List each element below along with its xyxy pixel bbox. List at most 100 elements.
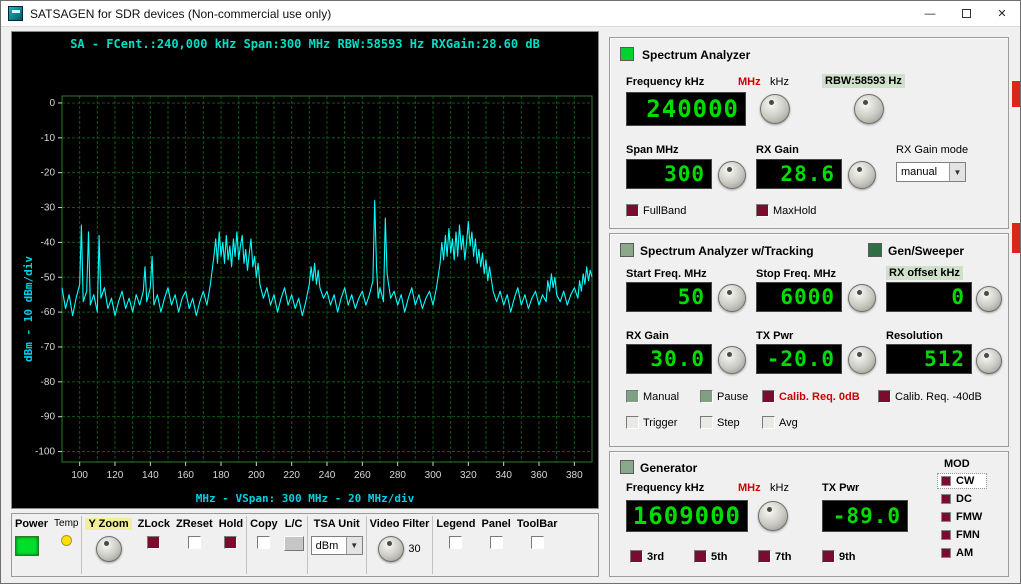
rbw-knob[interactable] xyxy=(854,94,884,124)
mod-option-dc[interactable]: DC xyxy=(938,492,986,506)
harmonic-9th-checkbox[interactable] xyxy=(822,550,835,563)
rx-gain-label: RX Gain xyxy=(756,144,799,156)
pause-checkbox-row[interactable]: Pause xyxy=(700,390,748,403)
harmonic-3rd-row[interactable]: 3rd xyxy=(630,550,664,563)
zlock-checkbox[interactable] xyxy=(147,536,160,549)
svg-text:260: 260 xyxy=(354,470,371,481)
mod-radio-fmn[interactable] xyxy=(941,530,951,540)
svg-text:-60: -60 xyxy=(41,307,56,318)
harmonic-9th-row[interactable]: 9th xyxy=(822,550,856,563)
maxhold-checkbox-row[interactable]: MaxHold xyxy=(756,204,816,217)
gen-unit-mhz-toggle[interactable]: MHz xyxy=(738,482,761,494)
rx-gain-display[interactable]: 28.6 xyxy=(756,159,842,189)
spectrum-plot[interactable]: 1001201401601802002202402602803003203403… xyxy=(12,32,600,510)
harmonic-5th-checkbox[interactable] xyxy=(694,550,707,563)
resolution-knob[interactable] xyxy=(976,348,1002,374)
step-checkbox[interactable] xyxy=(700,416,713,429)
rx-offset-knob[interactable] xyxy=(976,286,1002,312)
power-button[interactable] xyxy=(15,536,39,556)
zreset-checkbox[interactable] xyxy=(188,536,201,549)
start-freq-display[interactable]: 50 xyxy=(626,282,712,312)
unit-mhz-toggle[interactable]: MHz xyxy=(738,76,761,88)
mod-option-cw[interactable]: CW xyxy=(938,474,986,488)
svg-text:280: 280 xyxy=(389,470,406,481)
avg-checkbox[interactable] xyxy=(762,416,775,429)
frequency-display[interactable]: 240000 xyxy=(626,92,746,126)
manual-checkbox-row[interactable]: Manual xyxy=(626,390,679,403)
calib-40db-checkbox-row[interactable]: Calib. Req. -40dB xyxy=(878,390,982,403)
mod-option-am[interactable]: AM xyxy=(938,546,986,560)
harmonic-5th-row[interactable]: 5th xyxy=(694,550,728,563)
panel-checkbox[interactable] xyxy=(490,536,503,549)
resolution-display[interactable]: 512 xyxy=(886,344,972,374)
unit-khz-toggle[interactable]: kHz xyxy=(770,76,789,88)
mod-option-fmn[interactable]: FMN xyxy=(938,528,986,542)
tracking-tx-pwr-display[interactable]: -20.0 xyxy=(756,344,842,374)
pause-checkbox[interactable] xyxy=(700,390,713,403)
rx-gain-knob[interactable] xyxy=(848,161,876,189)
mod-radio-fmw[interactable] xyxy=(941,512,951,522)
app-window: { "window": { "title": "SATSAGEN for SDR… xyxy=(0,0,1021,584)
lc-button[interactable] xyxy=(284,536,304,551)
stop-freq-knob[interactable] xyxy=(848,284,876,312)
span-knob[interactable] xyxy=(718,161,746,189)
avg-checkbox-row[interactable]: Avg xyxy=(762,416,798,429)
trigger-checkbox-row[interactable]: Trigger xyxy=(626,416,677,429)
hold-checkbox[interactable] xyxy=(224,536,237,549)
calib-40db-checkbox[interactable] xyxy=(878,390,891,403)
manual-checkbox[interactable] xyxy=(626,390,639,403)
tsa-unit-section: TSA Unit dBm ▼ xyxy=(308,514,366,576)
rbw-readout: RBW:58593 Hz xyxy=(822,74,905,88)
tsa-unit-select[interactable]: dBm ▼ xyxy=(311,536,363,555)
temp-section: Temp xyxy=(51,514,81,576)
mod-radio-am[interactable] xyxy=(941,548,951,558)
trigger-label: Trigger xyxy=(643,417,677,429)
gen-sweeper-led[interactable] xyxy=(868,243,882,257)
calib-0db-label: Calib. Req. 0dB xyxy=(779,391,860,403)
spectrum-analyzer-led[interactable] xyxy=(620,47,634,61)
step-checkbox-row[interactable]: Step xyxy=(700,416,740,429)
generator-led[interactable] xyxy=(620,460,634,474)
maxhold-checkbox[interactable] xyxy=(756,204,769,217)
gen-frequency-knob[interactable] xyxy=(758,501,788,531)
tracking-rx-gain-display[interactable]: 30.0 xyxy=(626,344,712,374)
tracking-panel: Spectrum Analyzer w/Tracking Gen/Sweeper… xyxy=(609,233,1009,447)
mod-radio-dc[interactable] xyxy=(941,494,951,504)
rx-offset-display[interactable]: 0 xyxy=(886,282,972,312)
mod-radio-cw[interactable] xyxy=(941,476,951,486)
harmonic-3rd-checkbox[interactable] xyxy=(630,550,643,563)
gen-frequency-display[interactable]: 1609000 xyxy=(626,500,748,532)
gen-tx-pwr-display[interactable]: -89.0 xyxy=(822,500,908,532)
rx-gain-mode-select[interactable]: manual ▼ xyxy=(896,162,966,182)
copy-checkbox[interactable] xyxy=(257,536,270,549)
tracking-led[interactable] xyxy=(620,243,634,257)
start-freq-knob[interactable] xyxy=(718,284,746,312)
close-button[interactable]: ✕ xyxy=(984,1,1020,27)
stop-freq-display[interactable]: 6000 xyxy=(756,282,842,312)
chevron-down-icon[interactable]: ▼ xyxy=(346,537,362,554)
video-filter-knob[interactable] xyxy=(378,536,404,562)
mod-option-fmw[interactable]: FMW xyxy=(938,510,986,524)
minimize-button[interactable]: — xyxy=(912,1,948,27)
span-display[interactable]: 300 xyxy=(626,159,712,189)
harmonic-7th-checkbox[interactable] xyxy=(758,550,771,563)
svg-text:380: 380 xyxy=(566,470,583,481)
tracking-rx-gain-knob[interactable] xyxy=(718,346,746,374)
fullband-checkbox-row[interactable]: FullBand xyxy=(626,204,686,217)
gen-unit-khz-toggle[interactable]: kHz xyxy=(770,482,789,494)
calib-0db-checkbox[interactable] xyxy=(762,390,775,403)
maximize-button[interactable] xyxy=(948,1,984,27)
chevron-down-icon[interactable]: ▼ xyxy=(949,163,965,181)
harmonic-7th-row[interactable]: 7th xyxy=(758,550,792,563)
fullband-checkbox[interactable] xyxy=(626,204,639,217)
rx-gain-mode-value: manual xyxy=(897,166,949,178)
legend-checkbox[interactable] xyxy=(449,536,462,549)
frequency-knob[interactable] xyxy=(760,94,790,124)
trigger-checkbox[interactable] xyxy=(626,416,639,429)
tracking-title: Spectrum Analyzer w/Tracking xyxy=(640,244,814,258)
calib-0db-checkbox-row[interactable]: Calib. Req. 0dB xyxy=(762,390,860,403)
tracking-tx-pwr-knob[interactable] xyxy=(848,346,876,374)
power-label: Power xyxy=(15,518,48,530)
yzoom-knob[interactable] xyxy=(96,536,122,562)
toolbar-checkbox[interactable] xyxy=(531,536,544,549)
